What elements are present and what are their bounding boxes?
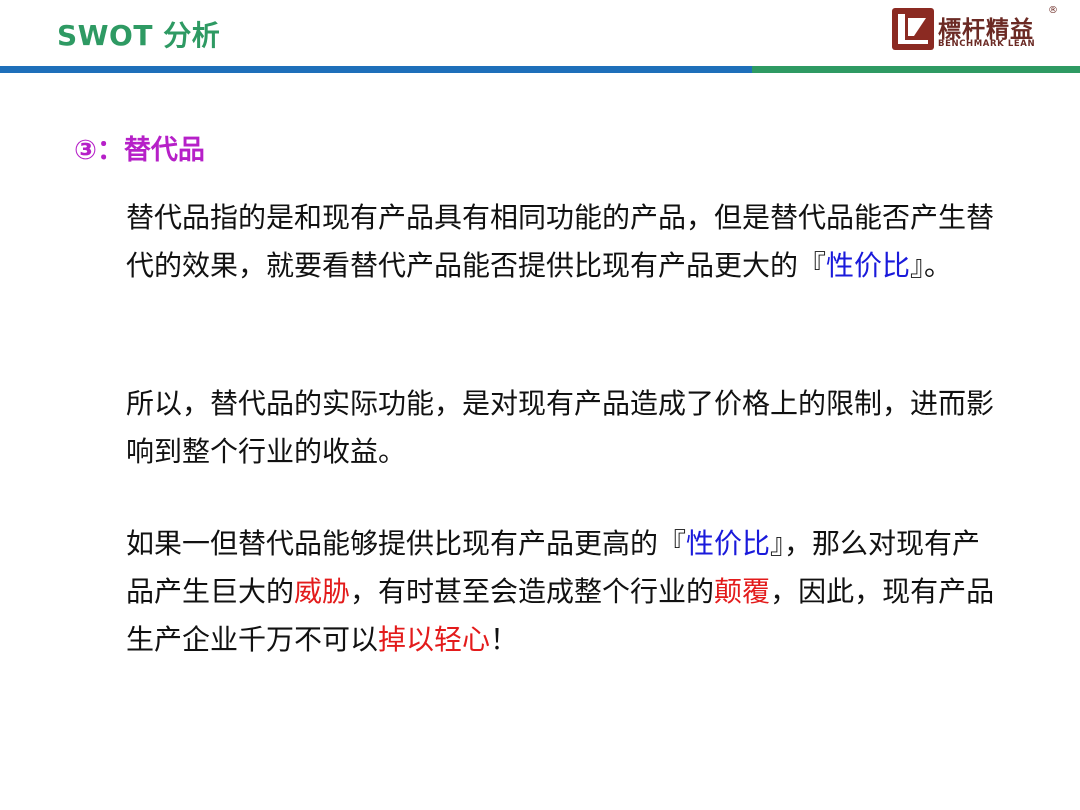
text-run: ！ <box>490 623 519 656</box>
text-run: ，有时甚至会造成整个行业的 <box>350 575 715 608</box>
text-run: 』。 <box>910 249 953 282</box>
brand-logo: 標杆精益 BENCHMARK LEAN ® <box>892 5 1062 52</box>
text-run: 如果一但替代品能够提供比现有产品更高的『 <box>126 527 687 560</box>
header-rule-green <box>752 66 1080 73</box>
highlight-complacency: 掉以轻心 <box>378 623 491 656</box>
paragraph-definition: 替代品指的是和现有产品具有相同功能的产品，但是替代品能否产生替代的效果，就要看替… <box>126 194 1006 290</box>
benchmark-lean-logo-icon <box>892 8 934 50</box>
paragraph-threat: 如果一但替代品能够提供比现有产品更高的『性价比』，那么对现有产品产生巨大的威胁，… <box>126 520 1006 664</box>
section-heading: ③：替代品 <box>74 135 205 166</box>
header-rule-blue <box>0 66 752 73</box>
registered-mark: ® <box>1048 5 1058 16</box>
highlight-cost-performance: 性价比 <box>686 527 771 560</box>
page-title: SWOT 分析 <box>57 19 221 52</box>
highlight-threat: 威胁 <box>294 575 351 608</box>
paragraph-function: 所以，替代品的实际功能，是对现有产品造成了价格上的限制，进而影响到整个行业的收益… <box>126 380 1006 476</box>
highlight-cost-performance: 性价比 <box>826 249 911 282</box>
highlight-subversion: 颠覆 <box>714 575 771 608</box>
logo-english-name: BENCHMARK LEAN <box>938 39 1036 49</box>
text-run: 所以，替代品的实际功能，是对现有产品造成了价格上的限制，进而影响到整个行业的收益… <box>126 387 995 468</box>
